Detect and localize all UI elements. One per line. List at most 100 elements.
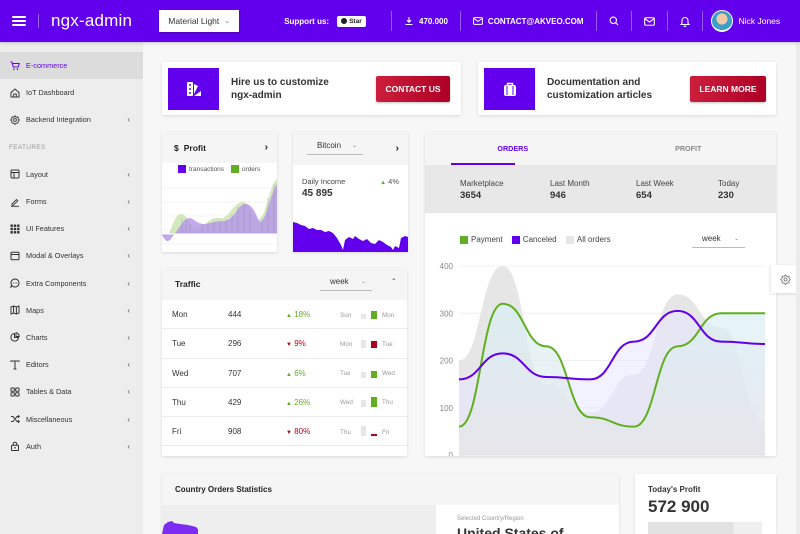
currency-select[interactable]: Bitcoin ⌄ — [307, 141, 363, 155]
sidebar-item-tables-data[interactable]: Tables & Data ‹ — [0, 378, 143, 405]
orders-profit-card: ORDERS PROFIT Marketplace 3654 Last Month… — [425, 132, 776, 456]
orders-profit-tabs: ORDERS PROFIT — [425, 132, 776, 165]
hire-us-card: Hire us to customize ngx-admin CONTACT U… — [162, 62, 461, 115]
sidebar-item-extra-components[interactable]: Extra Components ‹ — [0, 270, 143, 297]
chevron-left-icon: ‹ — [127, 332, 130, 342]
notifications-button[interactable] — [668, 16, 702, 27]
profit-chart — [162, 179, 277, 245]
traffic-prev-bar — [361, 400, 366, 407]
star-label: Star — [349, 17, 362, 25]
downloads-counter[interactable]: 470.000 — [392, 16, 460, 26]
sidebar-item-miscellaneous[interactable]: Miscellaneous ‹ — [0, 405, 143, 432]
chevron-left-icon: ‹ — [127, 251, 130, 261]
messages-button[interactable] — [632, 16, 667, 26]
sidebar-item-label: Charts — [26, 332, 48, 342]
y-tick-label: 400 — [440, 262, 454, 271]
sidebar-item-ui-features[interactable]: UI Features ‹ — [0, 215, 143, 242]
traffic-prev-day: Sun — [340, 311, 352, 319]
sidebar-item-label: Layout — [26, 169, 48, 179]
delta-value: 26% — [294, 397, 311, 407]
sidebar-item-auth[interactable]: Auth ‹ — [0, 433, 143, 460]
orders-summary: Marketplace 3654 Last Month 946 Last Week 6… — [425, 165, 776, 213]
downloads-count: 470.000 — [419, 16, 448, 26]
traffic-current-bar — [371, 396, 377, 407]
theme-select[interactable]: Material Light ⌄ — [159, 10, 240, 32]
theme-select-value: Material Light — [168, 16, 220, 26]
todays-profit-card: Today's Profit 572 900 — [635, 474, 776, 534]
sidebar-item-charts[interactable]: Charts ‹ — [0, 324, 143, 351]
world-map[interactable] — [162, 505, 436, 534]
chevron-right-icon[interactable]: › — [396, 143, 399, 154]
chevron-right-icon[interactable]: › — [265, 142, 268, 153]
sidebar-item-label: Editors — [26, 360, 49, 370]
legend-swatch — [565, 235, 574, 244]
stat-label: Last Month — [550, 179, 590, 188]
bitcoin-card: Bitcoin ⌄ › Daily Income 45 895 ▲ 4% — [293, 132, 408, 252]
stat-value: 230 — [718, 190, 734, 201]
tab-orders[interactable]: ORDERS — [425, 132, 601, 165]
traffic-row: Wed 707 ▲ 6% Tue Wed — [162, 359, 407, 388]
chevron-left-icon: ‹ — [127, 278, 130, 288]
learn-more-button[interactable]: LEARN MORE — [690, 76, 766, 102]
map-region-shape — [162, 521, 198, 534]
currency-select-value: Bitcoin — [317, 141, 342, 150]
home-icon — [10, 88, 20, 98]
collapse-icon[interactable]: ˆ — [392, 278, 395, 287]
lock-icon — [10, 441, 20, 452]
traffic-row: Fri 908 ▼ 80% Thu Fri — [162, 417, 407, 447]
stat-label: Today — [718, 179, 740, 188]
sidebar-item-maps[interactable]: Maps ‹ — [0, 297, 143, 324]
orders-period-select[interactable]: week ⌄ — [692, 234, 745, 248]
stat-last-week: Last Week 654 — [636, 179, 674, 201]
profit-card-title: Profit — [183, 142, 206, 153]
sidebar-item-forms[interactable]: Forms ‹ — [0, 188, 143, 215]
y-tick-label: 0 — [449, 451, 454, 456]
arrow-up-icon: ▲ — [286, 313, 292, 319]
delta-value: 80% — [294, 427, 311, 437]
contact-email-link[interactable]: CONTACT@AKVEO.COM — [461, 17, 596, 26]
sidebar-item-modal-overlays[interactable]: Modal & Overlays ‹ — [0, 242, 143, 269]
tab-profit[interactable]: PROFIT — [601, 132, 777, 165]
delta-value: 9% — [294, 339, 306, 349]
download-icon — [405, 17, 413, 26]
page-scrollbar[interactable] — [796, 42, 800, 534]
daily-income-chart — [293, 222, 408, 252]
traffic-row: Thu 429 ▲ 26% Wed Thu — [162, 388, 407, 418]
transactions-area — [162, 184, 277, 242]
header-divider — [38, 14, 39, 28]
app-logo[interactable]: ngx-admin — [51, 11, 132, 31]
stat-label: Marketplace — [460, 179, 504, 188]
legend-label: Canceled — [522, 235, 557, 244]
traffic-delta: ▼ 80% — [286, 427, 310, 436]
chevron-down-icon: ⌄ — [733, 236, 739, 242]
menu-toggle-icon[interactable] — [12, 16, 26, 26]
traffic-day: Tue — [172, 339, 186, 349]
support-label: Support us: — [284, 16, 330, 26]
traffic-prev-day: Thu — [340, 428, 351, 436]
sidebar-item-editors[interactable]: Editors ‹ — [0, 351, 143, 378]
traffic-card: Traffic week ⌄ ˆ Mon 444 ▲ 18% Sun Mon Tue 296… — [162, 268, 407, 456]
email-icon — [473, 17, 483, 25]
sidebar-item-backend-integration[interactable]: Backend Integration ‹ — [0, 106, 143, 133]
traffic-delta: ▲ 18% — [286, 310, 310, 319]
user-menu[interactable]: Nick Jones — [703, 10, 793, 32]
dollar-icon: $ — [174, 142, 179, 153]
message-circle-icon — [10, 278, 20, 289]
search-button[interactable] — [597, 16, 631, 26]
profit-legend: transactions orders — [178, 165, 260, 173]
sidebar-item-e-commerce[interactable]: E-commerce — [0, 52, 143, 80]
traffic-period-select[interactable]: week ⌄ — [320, 277, 372, 291]
traffic-current-bar — [371, 370, 377, 378]
selected-country-label: Selected Country/Region — [457, 516, 524, 522]
chevron-left-icon: ‹ — [127, 169, 130, 179]
traffic-title: Traffic — [175, 279, 201, 289]
sidebar-item-iot-dashboard[interactable]: IoT Dashboard — [0, 79, 143, 106]
gear-icon — [780, 273, 791, 285]
traffic-value: 444 — [228, 310, 242, 319]
legend-label: transactions — [189, 165, 225, 173]
contact-us-button[interactable]: CONTACT US — [376, 76, 450, 102]
sidebar-item-layout[interactable]: Layout ‹ — [0, 161, 143, 188]
traffic-prev-day: Tue — [340, 370, 351, 378]
traffic-current-bar — [371, 341, 377, 349]
github-star-button[interactable]: Star — [337, 15, 366, 27]
